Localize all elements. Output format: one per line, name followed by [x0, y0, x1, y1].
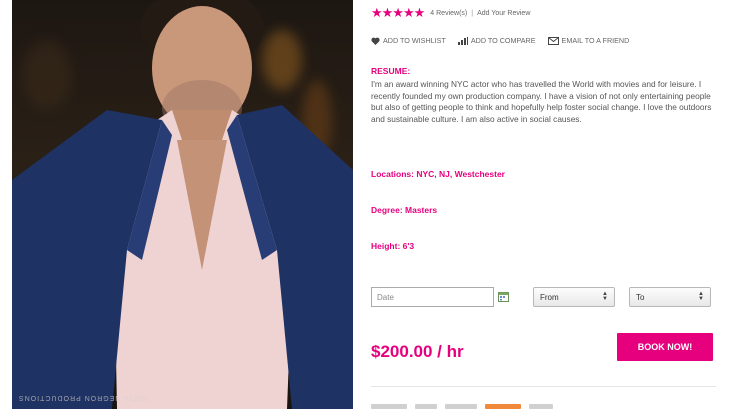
add-to-compare-link[interactable]: ADD TO COMPARE	[457, 36, 536, 45]
share-button[interactable]	[415, 404, 437, 409]
product-details: ★★★★★ 4 Review(s) | Add Your Review ADD …	[371, 0, 716, 409]
email-label: EMAIL TO A FRIEND	[561, 36, 630, 45]
email-friend-link[interactable]: EMAIL TO A FRIEND	[547, 36, 630, 45]
date-placeholder: Date	[377, 292, 394, 302]
add-review-link[interactable]: Add Your Review	[477, 10, 530, 17]
share-buttons	[371, 404, 561, 409]
bar-chart-icon	[457, 36, 468, 45]
resume-heading: RESUME:	[371, 66, 411, 76]
hourly-price: $200.00 / hr	[371, 342, 464, 361]
reviews-link[interactable]: 4 Review(s)	[430, 10, 467, 17]
share-button[interactable]	[485, 404, 521, 409]
degree-field: Degree: Masters	[371, 205, 438, 215]
envelope-icon	[547, 36, 559, 45]
divider	[371, 386, 716, 387]
share-button[interactable]	[371, 404, 407, 409]
product-actions: ADD TO WISHLIST ADD TO COMPARE EMAIL TO …	[371, 36, 641, 45]
compare-label: ADD TO COMPARE	[470, 36, 536, 45]
calendar-icon[interactable]	[498, 291, 509, 302]
photo-watermark: SOFIA NEGRON PRODUCTIONS	[18, 394, 149, 401]
to-select[interactable]: To ▲ ▼	[629, 287, 711, 307]
locations-field: Locations: NYC, NJ, Westchester	[371, 169, 505, 179]
select-arrows-icon: ▲ ▼	[602, 291, 608, 302]
rating-stars: ★★★★★	[371, 5, 425, 20]
actor-figure	[12, 0, 353, 409]
select-arrows-icon: ▲ ▼	[698, 291, 704, 302]
rating-row: ★★★★★ 4 Review(s) | Add Your Review	[371, 6, 530, 20]
wishlist-label: ADD TO WISHLIST	[383, 36, 446, 45]
share-button[interactable]	[529, 404, 553, 409]
separator: |	[471, 9, 474, 17]
resume-text: I'm an award winning NYC actor who has t…	[371, 79, 712, 124]
from-value: From	[540, 292, 559, 302]
share-button[interactable]	[445, 404, 477, 409]
heart-icon	[371, 37, 380, 45]
height-field: Height: 6'3	[371, 241, 415, 251]
from-select[interactable]: From ▲ ▼	[533, 287, 615, 307]
date-input[interactable]: Date	[371, 287, 494, 307]
book-now-button[interactable]: BOOK NOW!	[617, 333, 713, 361]
add-to-wishlist-link[interactable]: ADD TO WISHLIST	[371, 36, 446, 45]
profile-photo: SOFIA NEGRON PRODUCTIONS	[12, 0, 353, 409]
to-value: To	[636, 292, 645, 302]
